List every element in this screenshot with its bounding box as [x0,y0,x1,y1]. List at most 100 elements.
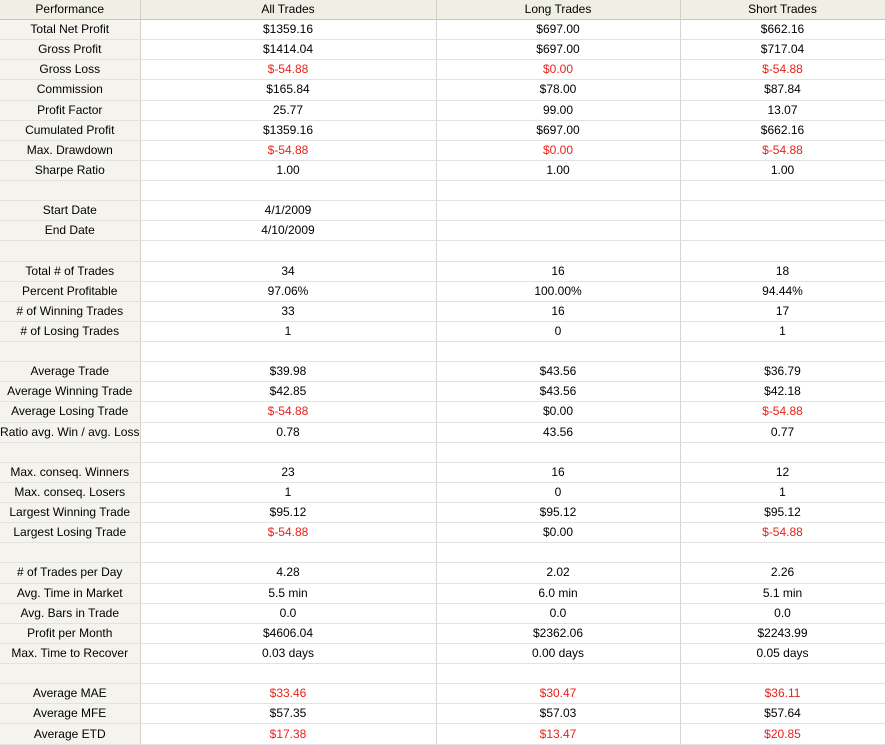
table-row[interactable]: # of Trades per Day 4.28 2.02 2.26 [0,562,885,584]
row-label: Total # of Trades [0,261,141,282]
value-cell-short: $662.16 [680,19,885,41]
column-header-short-trades[interactable]: Short Trades [680,0,885,20]
table-row[interactable]: Largest Winning Trade $95.12 $95.12 $95.12 [0,502,885,524]
row-label: Average MAE [0,683,141,705]
table-row[interactable]: Total # of Trades 34 16 18 [0,261,885,282]
header-row: Performance All Trades Long Trades Short… [0,0,885,20]
table-row[interactable]: Average Losing Trade $-54.88 $0.00 $-54.88 [0,401,885,423]
row-label: Gross Loss [0,59,141,81]
value-cell-all: 4.28 [140,562,437,584]
separator-row[interactable] [0,442,885,463]
value-cell-all: $1414.04 [140,39,437,61]
value-cell-long: 0 [436,482,681,504]
value-cell-long: $697.00 [436,39,681,61]
table-row[interactable]: Gross Loss $-54.88 $0.00 $-54.88 [0,59,885,81]
empty-cell [680,542,885,564]
table-row[interactable]: Start Date 4/1/2009 [0,200,885,222]
value-cell-short: 17 [680,301,885,322]
table-row[interactable]: Ratio avg. Win / avg. Loss 0.78 43.56 0.77 [0,422,885,443]
value-cell-long: $2362.06 [436,623,681,644]
value-cell-short: $-54.88 [680,401,885,423]
separator-row[interactable] [0,180,885,202]
row-label: Total Net Profit [0,19,141,41]
value-cell-short: $36.11 [680,683,885,705]
table-row[interactable]: Profit per Month $4606.04 $2362.06 $2243.99 [0,623,885,644]
table-row[interactable]: Max. conseq. Winners 23 16 12 [0,462,885,483]
table-row[interactable]: Max. conseq. Losers 1 0 1 [0,482,885,504]
table-row[interactable]: Total Net Profit $1359.16 $697.00 $662.16 [0,19,885,41]
empty-cell [436,663,681,685]
value-cell-all: $95.12 [140,502,437,524]
separator-row[interactable] [0,542,885,564]
table-row[interactable]: Cumulated Profit $1359.16 $697.00 $662.16 [0,120,885,141]
row-label: Average ETD [0,723,141,745]
empty-cell [140,542,437,564]
value-cell-short: $717.04 [680,39,885,61]
table-row[interactable]: Max. Drawdown $-54.88 $0.00 $-54.88 [0,140,885,161]
empty-cell [436,341,681,363]
value-cell-all: 5.5 min [140,583,437,604]
column-header-all-trades[interactable]: All Trades [140,0,437,20]
table-row[interactable]: Sharpe Ratio 1.00 1.00 1.00 [0,160,885,182]
table-row[interactable]: Gross Profit $1414.04 $697.00 $717.04 [0,39,885,61]
value-cell-all: $17.38 [140,723,437,745]
table-row[interactable]: Average MAE $33.46 $30.47 $36.11 [0,683,885,705]
table-row[interactable]: Average ETD $17.38 $13.47 $20.85 [0,723,885,745]
value-cell-long: $0.00 [436,59,681,81]
column-header-long-trades[interactable]: Long Trades [436,0,681,20]
value-cell-short: $-54.88 [680,522,885,544]
value-cell-short: $95.12 [680,502,885,524]
table-row[interactable]: Largest Losing Trade $-54.88 $0.00 $-54.88 [0,522,885,544]
table-row[interactable]: Percent Profitable 97.06% 100.00% 94.44% [0,281,885,302]
separator-row[interactable] [0,663,885,685]
row-label-cell [0,663,141,685]
table-row[interactable]: # of Losing Trades 1 0 1 [0,321,885,343]
value-cell-long: 0 [436,321,681,343]
table-row[interactable]: Average Winning Trade $42.85 $43.56 $42.18 [0,381,885,403]
separator-row[interactable] [0,341,885,363]
table-row[interactable]: Average Trade $39.98 $43.56 $36.79 [0,361,885,383]
column-header-performance[interactable]: Performance [0,0,141,20]
empty-cell [680,180,885,202]
separator-row[interactable] [0,240,885,262]
row-label: Sharpe Ratio [0,160,141,182]
value-cell-short: 2.26 [680,562,885,584]
value-cell-all: $-54.88 [140,140,437,161]
table-row[interactable]: # of Winning Trades 33 16 17 [0,301,885,322]
value-cell-all: 1.00 [140,160,437,182]
value-cell-all: 23 [140,462,437,483]
value-cell-long: 2.02 [436,562,681,584]
row-label: # of Losing Trades [0,321,141,343]
row-label: Profit per Month [0,623,141,644]
table-row[interactable]: Profit Factor 25.77 99.00 13.07 [0,100,885,121]
row-label-cell [0,442,141,463]
value-cell-long: $95.12 [436,502,681,524]
table-row[interactable]: Max. Time to Recover 0.03 days 0.00 days 0.… [0,643,885,665]
empty-cell [436,180,681,202]
value-cell-all: 0.78 [140,422,437,443]
value-cell-long: 43.56 [436,422,681,443]
row-label: # of Trades per Day [0,562,141,584]
table-row[interactable]: Avg. Bars in Trade 0.0 0.0 0.0 [0,603,885,624]
empty-cell [140,180,437,202]
row-label: End Date [0,220,141,242]
table-row[interactable]: End Date 4/10/2009 [0,220,885,242]
row-label: Largest Winning Trade [0,502,141,524]
value-cell-long: $697.00 [436,19,681,41]
value-cell-all: 1 [140,482,437,504]
value-cell-long: $30.47 [436,683,681,705]
value-cell-short: $87.84 [680,79,885,101]
table-row[interactable]: Avg. Time in Market 5.5 min 6.0 min 5.1 min [0,583,885,604]
row-label: Avg. Bars in Trade [0,603,141,624]
value-cell-short: $2243.99 [680,623,885,644]
value-cell-short: $20.85 [680,723,885,745]
value-cell-long: 6.0 min [436,583,681,604]
table-row[interactable]: Commission $165.84 $78.00 $87.84 [0,79,885,101]
table-row[interactable]: Average MFE $57.35 $57.03 $57.64 [0,703,885,725]
value-cell-long: $78.00 [436,79,681,101]
value-cell-long: 16 [436,261,681,282]
row-label: Start Date [0,200,141,222]
value-cell-long: 1.00 [436,160,681,182]
value-cell-short: $36.79 [680,361,885,383]
value-cell-all: $165.84 [140,79,437,101]
